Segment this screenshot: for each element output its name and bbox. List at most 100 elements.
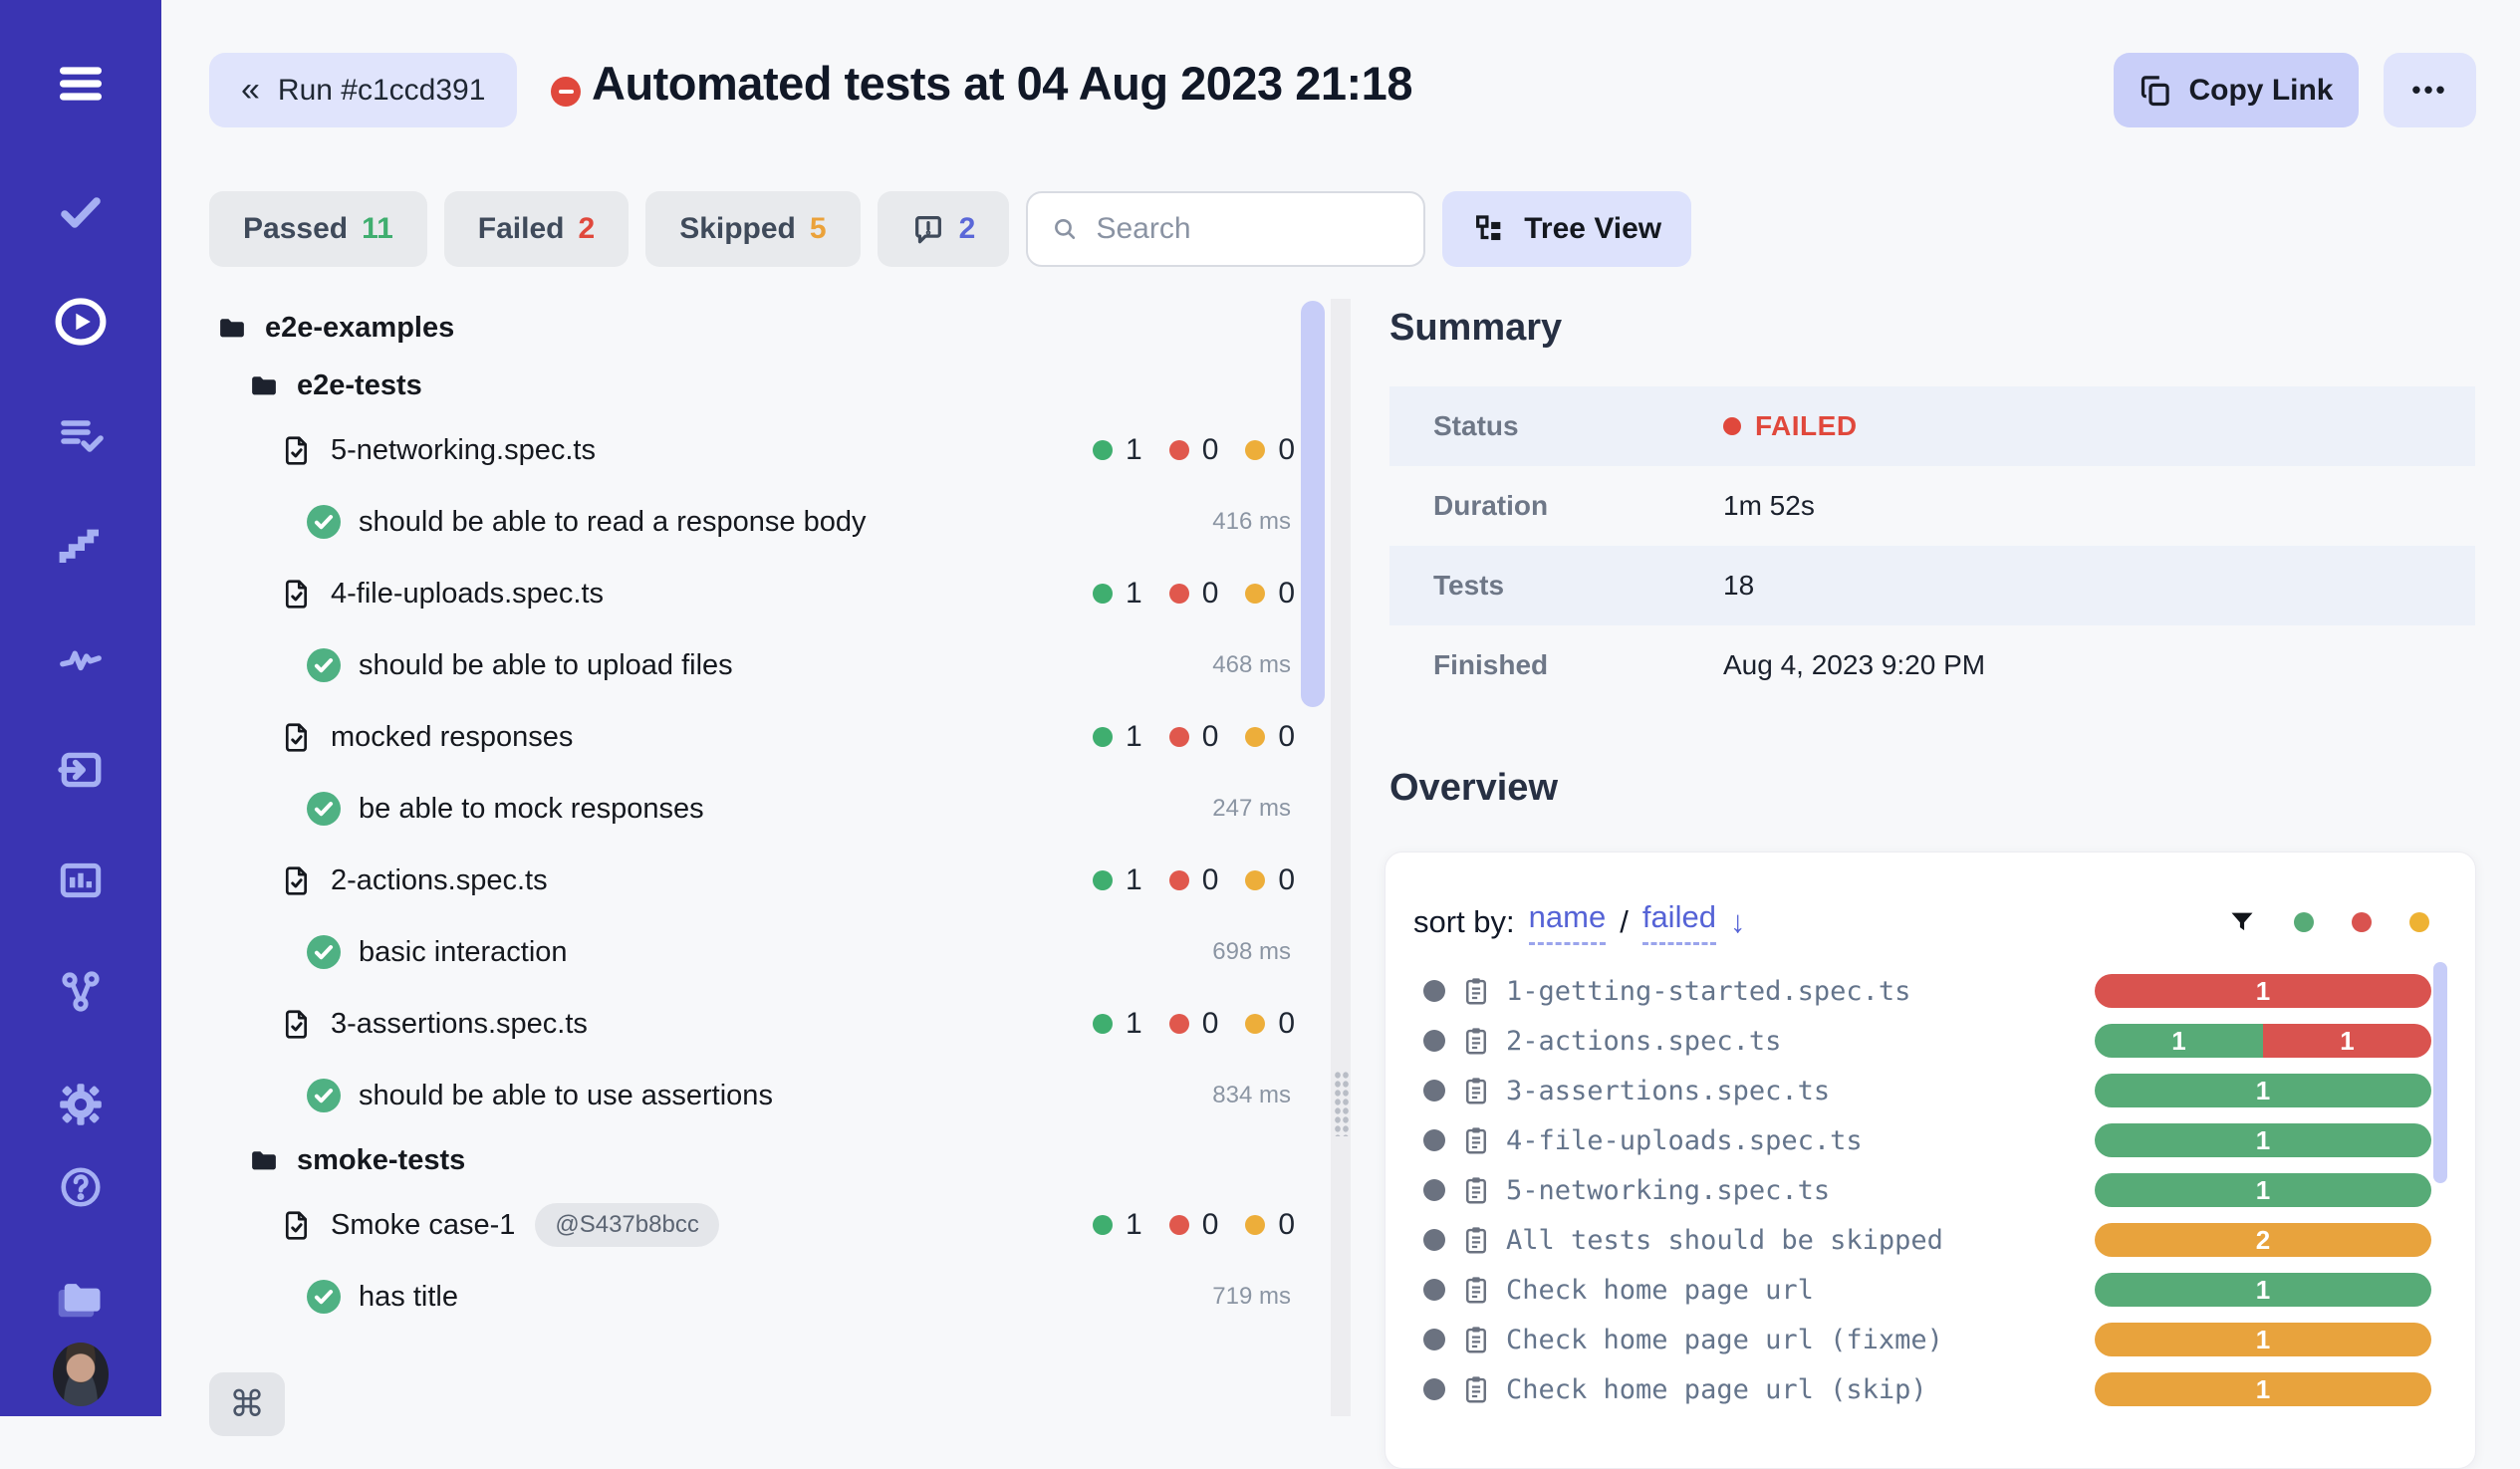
segment-count: 1	[2340, 1026, 2354, 1057]
search-box	[1026, 191, 1425, 267]
summary-row: Finished Aug 4, 2023 9:20 PM	[1389, 625, 2475, 705]
stairs-icon[interactable]	[53, 520, 109, 576]
search-input[interactable]	[1096, 212, 1399, 246]
overview-spec-name: Check home page url (skip)	[1506, 1374, 1927, 1405]
segment-count: 2	[2256, 1225, 2270, 1256]
tree-row[interactable]: 5-networking.spec.ts 1 0 0	[161, 414, 1299, 486]
tree-row[interactable]: e2e-examples	[161, 299, 1299, 357]
overview-row[interactable]: 3-assertions.spec.ts 1	[1386, 1066, 2475, 1115]
tree-item-label: has title	[359, 1281, 458, 1314]
tree-item-label: 5-networking.spec.ts	[331, 434, 596, 467]
failed-count: 2	[579, 212, 596, 246]
clipboard-icon	[1462, 1324, 1490, 1355]
tree-row[interactable]: 4-file-uploads.spec.ts 1 0 0	[161, 558, 1299, 629]
gear-icon[interactable]	[53, 1077, 109, 1132]
tree-row[interactable]: should be able to use assertions 834 ms	[161, 1060, 1299, 1131]
overview-row[interactable]: 5-networking.spec.ts 1	[1386, 1165, 2475, 1215]
overview-row[interactable]: Check home page url (fixme) 1	[1386, 1315, 2475, 1364]
tree-row[interactable]: be able to mock responses 247 ms	[161, 773, 1299, 845]
tree-row[interactable]: 3-assertions.spec.ts 1 0 0	[161, 988, 1299, 1060]
spec-skipped-count: 0	[1278, 1208, 1295, 1242]
spec-file-icon	[281, 578, 313, 610]
tree-row[interactable]: basic interaction 698 ms	[161, 916, 1299, 988]
passed-dot-icon	[1093, 440, 1113, 460]
play-circle-icon[interactable]	[53, 294, 109, 350]
spec-skipped-count: 0	[1278, 720, 1295, 754]
filter-passed-button[interactable]: Passed 11	[209, 191, 427, 267]
sort-by-failed-link[interactable]: failed	[1642, 899, 1716, 945]
back-to-run-button[interactable]: « Run #c1ccd391	[209, 53, 517, 127]
passed-dot-icon	[1093, 870, 1113, 890]
activity-icon[interactable]	[53, 629, 109, 685]
filter-failed-button[interactable]: Failed 2	[444, 191, 629, 267]
command-shortcut-button[interactable]: ⌘	[209, 1372, 285, 1436]
result-bar: 2	[2095, 1223, 2431, 1257]
summary-row-label: Duration	[1389, 490, 1723, 522]
summary-row-value: FAILED	[1723, 410, 1858, 442]
result-bar-segment: 1	[2095, 1074, 2431, 1107]
tree-row[interactable]: has title 719 ms	[161, 1261, 1299, 1333]
tree-row[interactable]: e2e-tests	[161, 357, 1299, 414]
more-actions-button[interactable]: •••	[2384, 53, 2476, 127]
bar-chart-icon[interactable]	[53, 853, 109, 908]
filter-passed-dot[interactable]	[2294, 912, 2314, 932]
segment-count: 1	[2256, 1325, 2270, 1355]
overview-scrollbar-thumb[interactable]	[2433, 962, 2447, 1183]
filter-failed-dot[interactable]	[2352, 912, 2372, 932]
tree-row[interactable]: mocked responses 1 0 0	[161, 701, 1299, 773]
funnel-filter-icon[interactable]	[2228, 908, 2256, 936]
overview-row[interactable]: 1-getting-started.spec.ts 1	[1386, 966, 2475, 1016]
overview-spec-name: 5-networking.spec.ts	[1506, 1175, 1830, 1206]
overview-row[interactable]: Check home page url 1	[1386, 1265, 2475, 1315]
spec-skipped-count: 0	[1278, 863, 1295, 897]
tree-view-button[interactable]: Tree View	[1442, 191, 1691, 267]
failed-dot-icon	[1169, 1215, 1189, 1235]
tree-row[interactable]: 2-actions.spec.ts 1 0 0	[161, 845, 1299, 916]
passed-dot-icon	[1093, 1014, 1113, 1034]
test-duration: 468 ms	[1212, 651, 1291, 679]
overview-row[interactable]: 4-file-uploads.spec.ts 1	[1386, 1115, 2475, 1165]
spec-skipped-count: 0	[1278, 577, 1295, 611]
spec-file-icon	[281, 864, 313, 896]
tree-row[interactable]: smoke-tests	[161, 1131, 1299, 1189]
failed-dot-icon	[1169, 870, 1189, 890]
tree-row[interactable]: Smoke case-1 @S437b8bcc 1 0 0	[161, 1189, 1299, 1261]
summary-table: Status FAILED Duration 1m 52s Tests 18 F…	[1389, 386, 2475, 705]
tree-row[interactable]: should be able to read a response body 4…	[161, 486, 1299, 558]
check-icon[interactable]	[53, 183, 109, 239]
spec-failed-count: 0	[1202, 1208, 1219, 1242]
folder-icon[interactable]	[53, 1270, 109, 1326]
tree-item-label: 4-file-uploads.spec.ts	[331, 578, 604, 611]
result-bar-segment: 1	[2095, 1123, 2431, 1157]
sort-by-name-link[interactable]: name	[1529, 899, 1607, 945]
filter-skipped-button[interactable]: Skipped 5	[645, 191, 860, 267]
log-in-icon[interactable]	[53, 742, 109, 798]
spec-skipped-count: 0	[1278, 1007, 1295, 1041]
git-branch-icon[interactable]	[53, 964, 109, 1020]
test-duration: 834 ms	[1212, 1082, 1291, 1109]
user-avatar[interactable]	[53, 1347, 109, 1402]
tree-row[interactable]: should be able to upload files 468 ms	[161, 629, 1299, 701]
test-tag-badge: @S437b8bcc	[535, 1203, 718, 1247]
copy-link-button[interactable]: Copy Link	[2114, 53, 2359, 127]
spec-status-dot	[1423, 1179, 1445, 1201]
test-duration: 416 ms	[1212, 508, 1291, 536]
clipboard-icon	[1462, 1174, 1490, 1206]
clipboard-icon	[1462, 1025, 1490, 1057]
overview-row[interactable]: All tests should be skipped 2	[1386, 1215, 2475, 1265]
overview-row[interactable]: 2-actions.spec.ts 1 1	[1386, 1016, 2475, 1066]
sort-direction-arrow[interactable]: ↓	[1730, 904, 1746, 940]
overview-row[interactable]: Check home page url (skip) 1	[1386, 1364, 2475, 1414]
spec-passed-count: 1	[1126, 720, 1142, 754]
passed-count: 11	[362, 212, 393, 246]
menu-icon[interactable]	[53, 56, 109, 112]
comments-filter-button[interactable]: 2	[878, 191, 1010, 267]
tree-scrollbar-thumb[interactable]	[1301, 301, 1325, 707]
failed-dot-icon	[1169, 1014, 1189, 1034]
help-icon[interactable]	[53, 1159, 109, 1215]
result-bar: 1	[2095, 1323, 2431, 1356]
list-check-icon[interactable]	[53, 407, 109, 463]
panel-resize-divider[interactable]	[1331, 299, 1351, 1416]
filter-skipped-dot[interactable]	[2409, 912, 2429, 932]
spec-counts: 1 0 0	[1093, 433, 1299, 467]
